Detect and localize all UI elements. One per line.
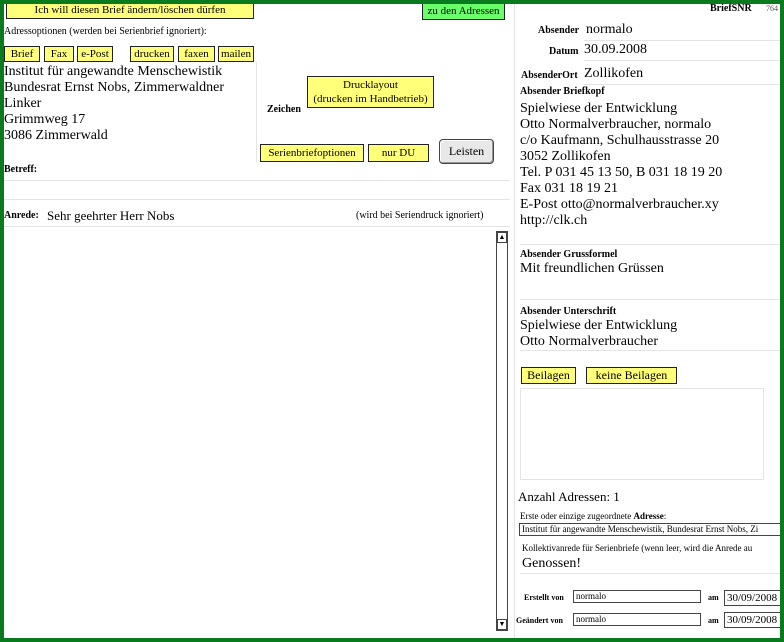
briefsnr-value: 764 bbox=[766, 4, 778, 13]
scroll-up-icon[interactable]: ▲ bbox=[497, 232, 507, 243]
geaendert-von-field[interactable]: normalo bbox=[573, 613, 701, 626]
beilagen-button[interactable]: Beilagen bbox=[521, 367, 576, 384]
briefkopf-line-6[interactable]: Fax 031 18 19 21 bbox=[520, 181, 618, 197]
briefkopf-line-8[interactable]: http://clk.ch bbox=[520, 213, 587, 229]
briefsnr-label: BriefSNR bbox=[710, 4, 752, 14]
to-addresses-button[interactable]: zu den Adressen bbox=[422, 4, 505, 20]
kollektiv-underline bbox=[520, 573, 780, 574]
unterschrift-line-1[interactable]: Spielwiese der Entwicklung bbox=[520, 318, 677, 334]
anzahl-adressen: Anzahl Adressen: 1 bbox=[518, 489, 620, 504]
change-letter-button[interactable]: Ich will diesen Brief ändern/löschen dür… bbox=[6, 4, 254, 19]
beilagen-textarea[interactable] bbox=[520, 388, 764, 480]
kollektivanrede-label: Kollektivanrede für Serienbriefe (wenn l… bbox=[522, 543, 753, 553]
briefkopf-line-7[interactable]: E-Post otto@normalverbraucher.xy bbox=[520, 197, 719, 213]
mailen-button[interactable]: mailen bbox=[218, 46, 254, 62]
geaendert-label: Geändert von bbox=[516, 616, 563, 625]
unterschrift-line-2[interactable]: Otto Normalverbraucher bbox=[520, 334, 658, 350]
keine-beilagen-button[interactable]: keine Beilagen bbox=[586, 367, 677, 384]
kollektivanrede-value[interactable]: Genossen! bbox=[522, 556, 581, 572]
betreff-input[interactable] bbox=[44, 162, 510, 178]
serienbrief-options-button[interactable]: Serienbriefoptionen bbox=[260, 144, 364, 162]
faxen-button[interactable]: faxen bbox=[178, 46, 215, 62]
zeichen-label: Zeichen bbox=[267, 104, 301, 115]
erste-adresse-label: Erste oder einzige zugeordnete Adresse: bbox=[520, 511, 666, 521]
absender-underline bbox=[584, 40, 780, 41]
erstellt-von-field[interactable]: normalo bbox=[573, 590, 701, 603]
briefkopf-line-1[interactable]: Spielwiese der Entwicklung bbox=[520, 101, 677, 117]
datum-underline bbox=[584, 60, 780, 61]
drucklayout-button[interactable]: Drucklayout (drucken im Handbetrieb) bbox=[307, 76, 434, 108]
drucklayout-line2: (drucken im Handbetrieb) bbox=[313, 93, 428, 105]
address-line-2[interactable]: Bundesrat Ernst Nobs, Zimmerwaldner bbox=[4, 80, 224, 96]
drucklayout-line1: Drucklayout bbox=[343, 79, 398, 91]
geaendert-am-label: am bbox=[708, 616, 719, 625]
briefkopf-underline bbox=[520, 244, 780, 245]
address-line-5[interactable]: 3086 Zimmerwald bbox=[4, 128, 108, 144]
briefkopf-line-3[interactable]: c/o Kaufmann, Schulhausstrasse 20 bbox=[520, 133, 719, 149]
unterschrift-underline bbox=[520, 350, 780, 351]
betreff-underline bbox=[4, 180, 510, 181]
briefkopf-line-2[interactable]: Otto Normalverbraucher, normalo bbox=[520, 117, 711, 133]
column-divider bbox=[514, 4, 515, 638]
letter-form: Ich will diesen Brief ändern/löschen dür… bbox=[4, 4, 780, 638]
address-line-4[interactable]: Grimmweg 17 bbox=[4, 112, 85, 128]
anrede-input[interactable]: Sehr geehrter Herr Nobs bbox=[47, 208, 174, 224]
erste-adresse-label-bold: Adresse bbox=[633, 511, 664, 521]
drucken-button[interactable]: drucken bbox=[130, 46, 174, 62]
letter-body-textarea[interactable] bbox=[4, 230, 494, 632]
unterschrift-label: Absender Unterschrift bbox=[520, 306, 617, 317]
erstellt-am-label: am bbox=[708, 593, 719, 602]
address-options-label: Adressoptionen (werden bei Serienbrief i… bbox=[4, 26, 207, 37]
nur-du-button[interactable]: nur DU bbox=[368, 144, 429, 162]
anrede-label: Anrede: bbox=[4, 210, 39, 221]
address-line-3[interactable]: Linker bbox=[4, 96, 41, 112]
ort-underline bbox=[584, 84, 780, 85]
fax-button[interactable]: Fax bbox=[44, 46, 74, 62]
erstellt-am-field[interactable]: 30/09/2008 bbox=[724, 590, 780, 606]
grussformel-label: Absender Grussformel bbox=[520, 249, 618, 260]
absender-ort-label: AbsenderOrt bbox=[521, 70, 578, 81]
scroll-down-icon[interactable]: ▼ bbox=[497, 619, 507, 630]
betreff-underline-2 bbox=[4, 199, 510, 200]
erste-adresse-label-post: : bbox=[663, 511, 667, 521]
address-divider bbox=[256, 62, 257, 162]
anrede-underline bbox=[4, 226, 510, 227]
briefkopf-line-5[interactable]: Tel. P 031 45 13 50, B 031 18 19 20 bbox=[520, 165, 722, 181]
grussformel-underline bbox=[520, 299, 780, 300]
body-scrollbar[interactable]: ▲ ▼ bbox=[496, 231, 508, 631]
briefkopf-line-4[interactable]: 3052 Zollikofen bbox=[520, 149, 611, 165]
betreff-label: Betreff: bbox=[4, 164, 38, 175]
absender-value[interactable]: normalo bbox=[586, 22, 633, 38]
erstellt-label: Erstellt von bbox=[524, 593, 564, 602]
brief-button[interactable]: Brief bbox=[4, 46, 40, 62]
absender-ort-value[interactable]: Zollikofen bbox=[584, 66, 643, 82]
datum-value[interactable]: 30.09.2008 bbox=[584, 42, 647, 58]
briefkopf-label: Absender Briefkopf bbox=[520, 86, 605, 97]
erste-adresse-label-pre: Erste oder einzige zugeordnete bbox=[520, 511, 634, 521]
geaendert-am-field[interactable]: 30/09/2008 bbox=[724, 612, 780, 628]
anrede-note: (wird bei Seriendruck ignoriert) bbox=[356, 210, 484, 221]
epost-button[interactable]: e-Post bbox=[77, 46, 113, 62]
grussformel-value[interactable]: Mit freundlichen Grüssen bbox=[520, 261, 664, 277]
leisten-button[interactable]: Leisten bbox=[439, 139, 494, 164]
absender-label: Absender bbox=[538, 25, 580, 36]
erste-adresse-field[interactable]: Institut für angewandte Menschewistik, B… bbox=[519, 523, 780, 536]
datum-label: Datum bbox=[549, 46, 579, 57]
address-line-1[interactable]: Institut für angewandte Menschewistik bbox=[4, 64, 222, 80]
